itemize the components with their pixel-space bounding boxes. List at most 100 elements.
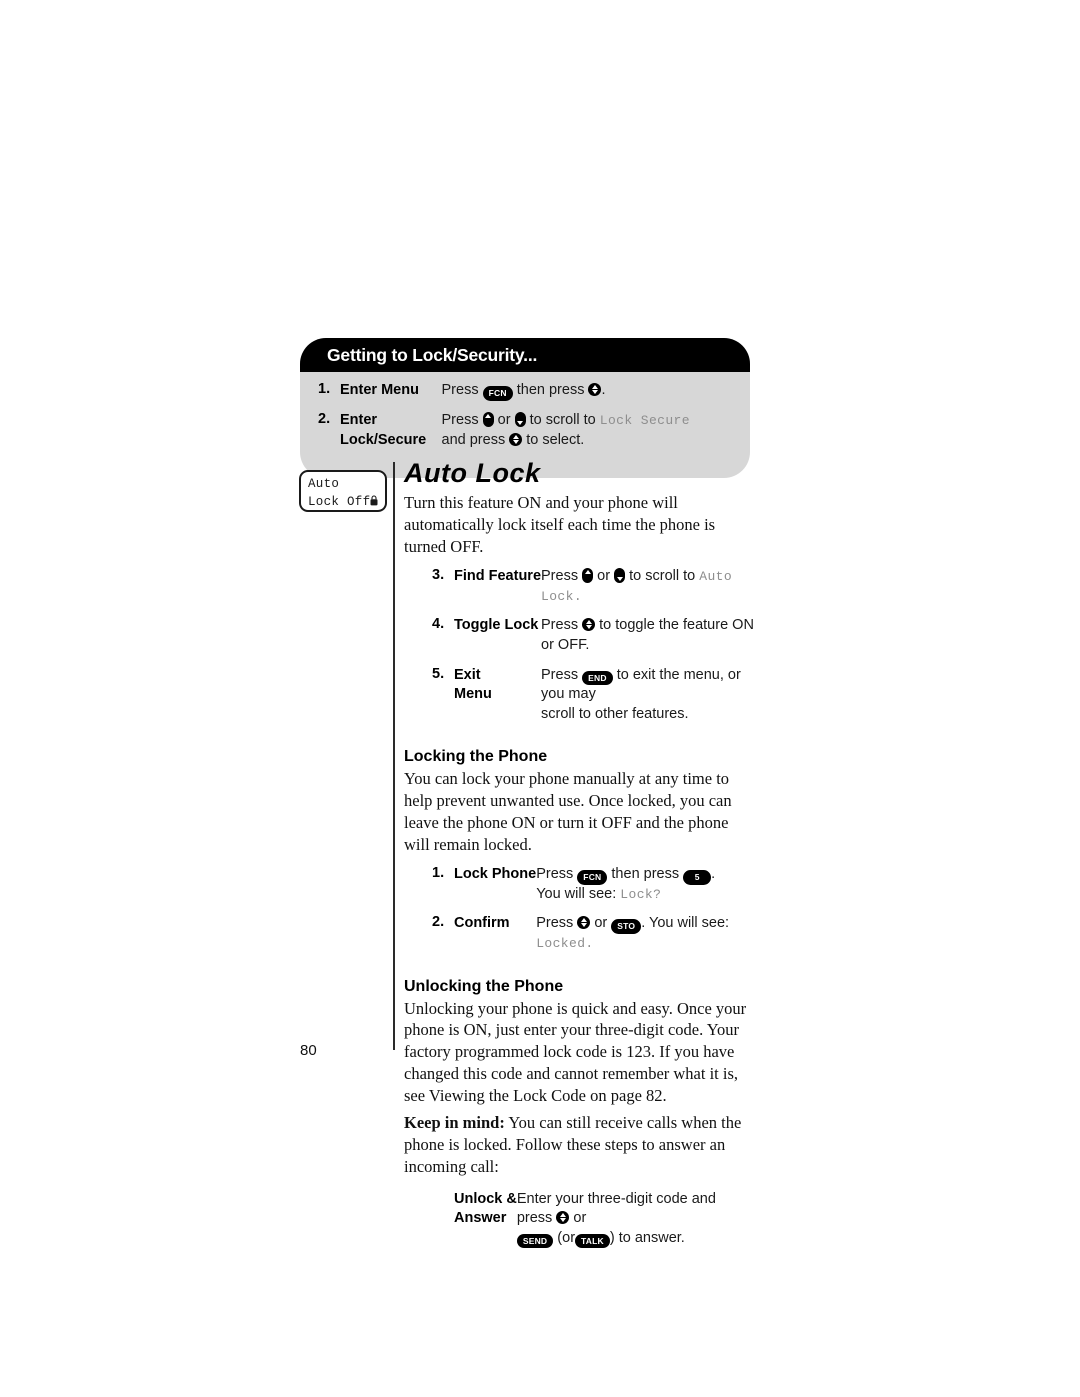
step-desc-line2: SEND (or TALK) to answer.: [516, 1229, 754, 1249]
main-content: Auto Lock Turn this feature ON and your …: [404, 458, 754, 1262]
auto-lock-steps: 3. Find Feature Press or to scroll to Au…: [432, 567, 754, 734]
lock-icon: [370, 495, 378, 506]
step-number: 4.: [432, 616, 445, 633]
unlocking-paragraph: Unlocking your phone is quick and easy. …: [404, 998, 747, 1105]
step-description: Press or to scroll to Lock Secure and pr…: [442, 411, 734, 460]
press-word: Press: [536, 915, 574, 932]
lcd-text-lock-question: Lock?: [620, 886, 662, 902]
step-description: Enter your three-digit code and press or…: [516, 1190, 754, 1259]
step-label: Enter Menu: [340, 382, 419, 399]
nav-select-key-icon: [588, 383, 602, 397]
phone-display-line2: Lock Off: [308, 493, 378, 511]
phone-display-line2-text: Lock Off: [308, 495, 371, 510]
step-desc-line1: Press FCN then press 5.: [536, 865, 754, 885]
unlock-answer-row: Unlock & Answer Enter your three-digit c…: [432, 1190, 754, 1259]
step-number: 2.: [318, 410, 331, 427]
to-select-word: to select.: [526, 431, 585, 448]
scroll-word: to scroll to: [529, 411, 596, 428]
callout-step-1: 1. Enter Menu Press FCN then press .: [318, 381, 734, 411]
step-desc-line1: Press or to scroll to Lock Secure: [442, 411, 734, 431]
nav-select-key-icon: [509, 432, 523, 446]
end-key-icon: END: [582, 670, 613, 686]
manual-page: Getting to Lock/Security... 1. Enter Men…: [0, 0, 1080, 1397]
five-key-icon: 5: [683, 870, 712, 885]
nav-down-key-icon: [614, 568, 626, 584]
step-number: 5.: [432, 665, 445, 682]
enter-code-text: Enter your three-digit code and press: [516, 1190, 716, 1227]
fcn-key-icon: FCN: [482, 386, 513, 401]
press-word: Press: [441, 411, 479, 428]
step-description: Press FCN then press 5. You will see: Lo…: [536, 865, 754, 914]
or-word: or: [497, 411, 511, 428]
press-word: Press: [536, 866, 574, 883]
step-number-empty: [432, 1190, 454, 1259]
press-word: Press: [441, 382, 479, 399]
lcd-text-lock-secure: Lock Secure: [599, 412, 690, 428]
step-label: Toggle Lock: [454, 617, 539, 634]
you-will-see-label: You will see:: [536, 885, 617, 902]
step-description: Press or to scroll to Auto Lock.: [541, 567, 754, 616]
step-label-line1: Enter: [340, 411, 378, 428]
step-label: Unlock & Answer: [454, 1190, 517, 1259]
keep-in-mind-paragraph: Keep in mind: You can still receive call…: [404, 1112, 754, 1177]
step-desc-line1: Press END to exit the menu, or you may: [541, 666, 754, 705]
step-3-find-feature: 3. Find Feature Press or to scroll to Au…: [432, 567, 754, 616]
nav-up-key-icon: [482, 411, 494, 427]
talk-key-icon: TALK: [575, 1233, 610, 1249]
step-number: 1.: [318, 381, 331, 398]
then-press-word: then press: [516, 382, 585, 399]
period: .: [601, 382, 606, 399]
nav-select-key-icon: [556, 1211, 570, 1225]
step-desc-line1: Enter your three-digit code and press or: [517, 1190, 754, 1229]
or-word: or: [597, 568, 611, 585]
step-description: Press or STO. You will see: Locked.: [536, 914, 754, 963]
step-description: Press to toggle the feature ON or OFF.: [541, 616, 754, 665]
unlock-steps-table: Unlock & Answer Enter your three-digit c…: [432, 1190, 754, 1259]
step-number: 2.: [432, 914, 445, 931]
lock-step-2: 2. Confirm Press or STO. You will see: L…: [432, 914, 754, 963]
then-press-word: then press: [611, 866, 680, 883]
step-label: Confirm: [454, 915, 510, 932]
fcn-key-icon: FCN: [577, 870, 608, 885]
paren-open: (or: [557, 1229, 576, 1246]
page-title: Auto Lock: [404, 458, 541, 488]
or-word: or: [573, 1210, 587, 1227]
period: .: [711, 866, 716, 883]
locking-heading: Locking the Phone: [404, 748, 548, 766]
locking-steps: 1. Lock Phone Press FCN then press 5. Yo…: [432, 865, 754, 963]
column-divider: [393, 462, 395, 1050]
send-key-icon: SEND: [516, 1233, 554, 1249]
auto-lock-steps-table: 3. Find Feature Press or to scroll to Au…: [432, 567, 754, 734]
locking-steps-table: 1. Lock Phone Press FCN then press 5. Yo…: [432, 865, 754, 963]
step-label-line1: Exit: [454, 666, 481, 683]
you-will-see-label: . You will see:: [641, 915, 730, 932]
nav-select-key-icon: [577, 916, 591, 930]
unlocking-heading: Unlocking the Phone: [404, 977, 564, 995]
sto-key-icon: STO: [611, 919, 642, 934]
keep-in-mind-label: Keep in mind:: [404, 1113, 505, 1133]
nav-select-key-icon: [582, 618, 596, 632]
step-label-line2: Answer: [454, 1210, 507, 1227]
nav-up-key-icon: [582, 568, 594, 584]
paren-close-answer: ) to answer.: [609, 1229, 685, 1246]
step-desc-line2: and press to select.: [442, 431, 734, 451]
period: .: [585, 935, 594, 951]
and-press-word: and press: [441, 431, 506, 448]
step-label: Lock Phone: [454, 866, 537, 883]
step-number: 3.: [432, 567, 445, 584]
callout-step-2: 2. Enter Lock/Secure Press or to scroll …: [318, 411, 734, 460]
step-description: Press FCN then press .: [442, 381, 734, 411]
callout-steps-table: 1. Enter Menu Press FCN then press . 2. …: [318, 381, 734, 460]
step-label-line2: Lock/Secure: [340, 431, 427, 448]
step-description: Press END to exit the menu, or you may s…: [541, 666, 754, 735]
unlock-answer-step: Unlock & Answer Enter your three-digit c…: [432, 1190, 754, 1259]
page-number: 80: [300, 1042, 317, 1059]
locking-paragraph: You can lock your phone manually at any …: [404, 769, 732, 854]
step-label-line2: Menu: [454, 686, 492, 703]
scroll-word: to scroll to: [629, 568, 696, 585]
step-label: Enter Lock/Secure: [340, 411, 442, 460]
or-word: or: [594, 915, 608, 932]
lcd-text-locked: Locked: [536, 935, 586, 951]
step-desc-line2: scroll to other features.: [541, 705, 689, 722]
step-desc-line2: You will see: Lock?: [536, 885, 754, 905]
